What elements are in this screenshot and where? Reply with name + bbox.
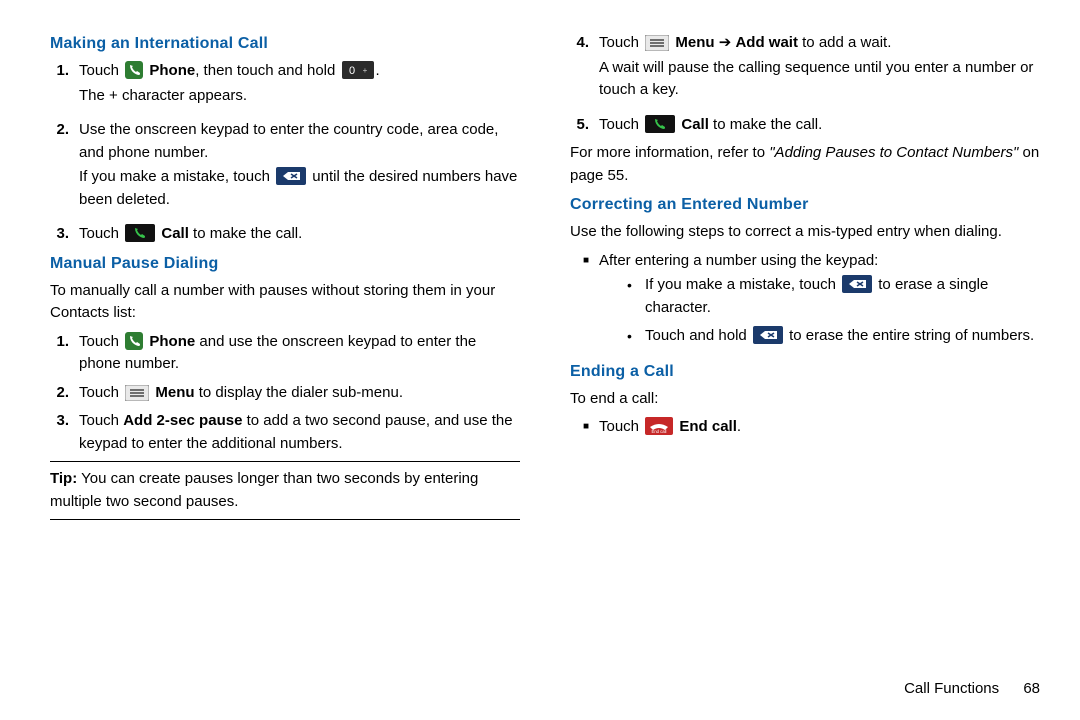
left-column: Making an International Call 1. Touch Ph… bbox=[50, 30, 520, 660]
menu-icon bbox=[645, 35, 669, 51]
heading-manual-pause: Manual Pause Dialing bbox=[50, 252, 520, 276]
svg-text:0: 0 bbox=[348, 65, 354, 77]
more-info: For more information, refer to "Adding P… bbox=[570, 142, 1040, 187]
backspace-icon bbox=[842, 275, 872, 293]
right-column: 4. Touch Menu ➔ Add wait to add a wait. … bbox=[570, 30, 1040, 660]
zero-plus-key-icon: 0+ bbox=[342, 61, 374, 79]
list-item: 3. Touch Add 2-sec pause to add a two se… bbox=[50, 410, 520, 455]
backspace-icon bbox=[276, 167, 306, 185]
list-item: 1. Touch Phone, then touch and hold 0+ .… bbox=[50, 60, 520, 113]
heading-correcting: Correcting an Entered Number bbox=[570, 193, 1040, 217]
list-item: If you make a mistake, touch to erase a … bbox=[627, 274, 1040, 319]
footer-section: Call Functions bbox=[904, 680, 999, 697]
page-number: 68 bbox=[1023, 680, 1040, 697]
list-item: 5. Touch Call to make the call. bbox=[570, 114, 1040, 137]
list-item: After entering a number using the keypad… bbox=[570, 250, 1040, 354]
list-item: 1. Touch Phone and use the onscreen keyp… bbox=[50, 331, 520, 376]
phone-app-icon bbox=[125, 332, 143, 350]
list-item: 2. Touch Menu to display the dialer sub-… bbox=[50, 382, 520, 405]
intl-steps: 1. Touch Phone, then touch and hold 0+ .… bbox=[50, 60, 520, 246]
manual-steps-cont: 4. Touch Menu ➔ Add wait to add a wait. … bbox=[570, 32, 1040, 136]
svg-text:End call: End call bbox=[652, 429, 667, 434]
call-button-icon bbox=[125, 224, 155, 242]
heading-international-call: Making an International Call bbox=[50, 32, 520, 56]
list-item: 3. Touch Call to make the call. bbox=[50, 223, 520, 246]
list-item: Touch and hold to erase the entire strin… bbox=[627, 325, 1040, 348]
phone-app-icon bbox=[125, 61, 143, 79]
ending-intro: To end a call: bbox=[570, 388, 1040, 411]
svg-text:+: + bbox=[362, 66, 367, 75]
call-button-icon bbox=[645, 115, 675, 133]
heading-ending: Ending a Call bbox=[570, 360, 1040, 384]
list-item: Touch End call End call. bbox=[570, 416, 1040, 439]
list-item: 2. Use the onscreen keypad to enter the … bbox=[50, 119, 520, 217]
menu-icon bbox=[125, 385, 149, 401]
backspace-icon bbox=[753, 326, 783, 344]
manual-intro: To manually call a number with pauses wi… bbox=[50, 280, 520, 325]
manual-steps: 1. Touch Phone and use the onscreen keyp… bbox=[50, 331, 520, 456]
end-call-icon: End call bbox=[645, 417, 673, 435]
correct-intro: Use the following steps to correct a mis… bbox=[570, 221, 1040, 244]
correct-square-list: After entering a number using the keypad… bbox=[570, 250, 1040, 354]
ending-list: Touch End call End call. bbox=[570, 416, 1040, 439]
tip-box: Tip: You can create pauses longer than t… bbox=[50, 461, 520, 520]
list-item: 4. Touch Menu ➔ Add wait to add a wait. … bbox=[570, 32, 1040, 108]
correct-bullets: If you make a mistake, touch to erase a … bbox=[599, 274, 1040, 348]
page-footer: Call Functions 68 bbox=[50, 660, 1040, 701]
